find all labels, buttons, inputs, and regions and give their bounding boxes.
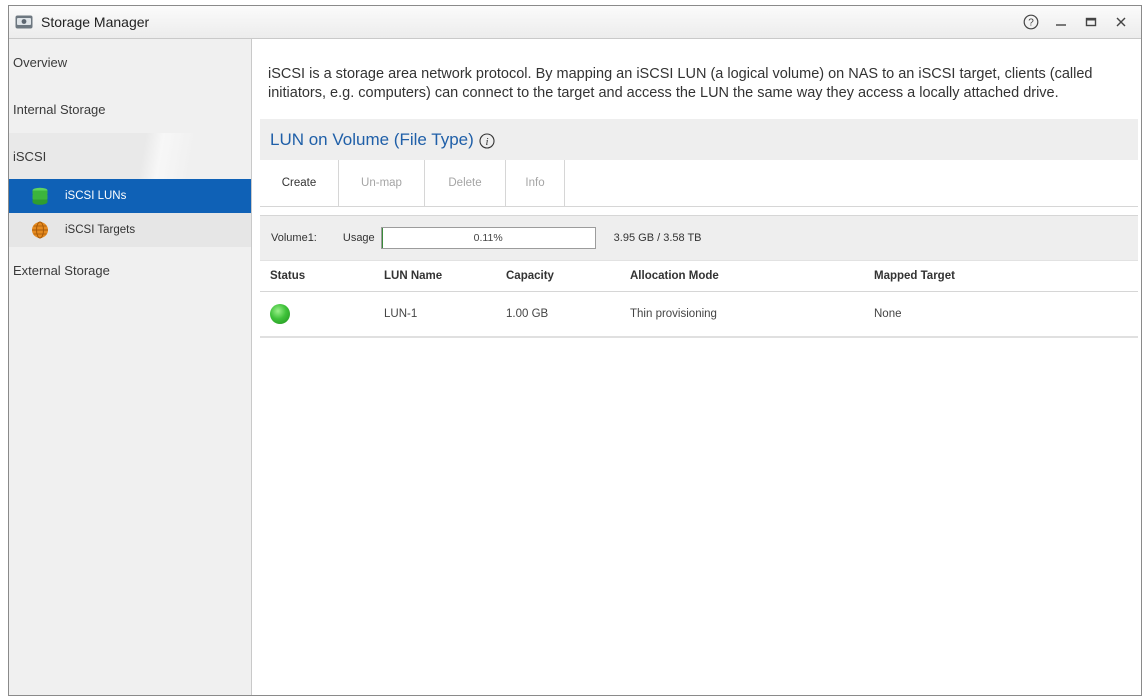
delete-button[interactable]: Delete <box>425 160 506 206</box>
usage-percent: 0.11% <box>473 232 503 244</box>
usage-progress: 0.11% <box>380 227 596 249</box>
globe-icon <box>31 221 49 239</box>
sidebar-item-label: iSCSI <box>13 148 47 164</box>
lun-table: Status LUN Name Capacity Allocation Mode… <box>260 260 1138 338</box>
iscsi-description: iSCSI is a storage area network protocol… <box>268 66 1093 101</box>
col-lun-name-header[interactable]: LUN Name <box>384 270 506 282</box>
minimize-icon[interactable] <box>1053 14 1069 30</box>
drive-icon <box>15 15 33 29</box>
info-help-icon[interactable]: i <box>478 131 496 149</box>
col-mapped-target-header[interactable]: Mapped Target <box>874 270 1074 282</box>
status-cell <box>260 304 384 324</box>
sidebar-item-iscsi-luns[interactable]: iSCSI LUNs <box>9 179 251 213</box>
svg-text:?: ? <box>1028 18 1034 29</box>
table-row[interactable]: LUN-1 1.00 GB Thin provisioning None <box>260 292 1138 338</box>
svg-text:i: i <box>485 136 488 148</box>
sidebar-subitem-label: iSCSI Targets <box>65 224 136 236</box>
title-bar: Storage Manager ? <box>9 6 1141 39</box>
unmap-button[interactable]: Un-map <box>339 160 425 206</box>
main-content: iSCSI is a storage area network protocol… <box>252 39 1141 695</box>
volume-usage-bar: Volume1: Usage 0.11% 3.95 GB / 3.58 TB <box>260 215 1138 260</box>
help-icon[interactable]: ? <box>1023 14 1039 30</box>
storage-manager-window: Storage Manager ? Overview Internal Stor… <box>8 5 1142 696</box>
usage-label: Usage <box>342 232 375 244</box>
sidebar: Overview Internal Storage iSCSI iSCSI LU… <box>9 39 252 695</box>
col-allocation-mode-header[interactable]: Allocation Mode <box>630 270 874 282</box>
sidebar-item-internal-storage[interactable]: Internal Storage <box>9 86 251 133</box>
database-icon <box>31 187 49 205</box>
sidebar-item-label: Overview <box>13 55 68 70</box>
sidebar-item-label: External Storage <box>13 263 110 278</box>
col-status-header[interactable]: Status <box>260 270 384 282</box>
table-header: Status LUN Name Capacity Allocation Mode… <box>260 260 1138 292</box>
volume-name: Volume1: <box>271 232 317 244</box>
volume-size: 3.95 GB / 3.58 TB <box>613 232 702 244</box>
section-title: LUN on Volume (File Type) <box>270 129 474 149</box>
lun-name-cell: LUN-1 <box>384 308 418 320</box>
sidebar-item-iscsi[interactable]: iSCSI <box>9 133 251 179</box>
sidebar-subitem-label: iSCSI LUNs <box>65 190 127 202</box>
section-header: LUN on Volume (File Type) i <box>260 119 1138 160</box>
close-icon[interactable] <box>1113 14 1129 30</box>
sidebar-item-overview[interactable]: Overview <box>9 39 251 86</box>
sidebar-item-label: Internal Storage <box>13 102 106 117</box>
sidebar-item-iscsi-targets[interactable]: iSCSI Targets <box>9 213 251 247</box>
info-button[interactable]: Info <box>506 160 565 206</box>
create-button[interactable]: Create <box>260 160 339 206</box>
lun-toolbar: Create Un-map Delete Info <box>260 160 1138 207</box>
col-capacity-header[interactable]: Capacity <box>506 270 630 282</box>
mapped-target-cell: None <box>874 308 902 320</box>
maximize-icon[interactable] <box>1083 14 1099 30</box>
window-title: Storage Manager <box>41 14 150 30</box>
capacity-cell: 1.00 GB <box>506 308 549 320</box>
sidebar-item-external-storage[interactable]: External Storage <box>9 247 251 294</box>
allocation-mode-cell: Thin provisioning <box>630 308 717 320</box>
status-online-icon <box>270 304 290 324</box>
